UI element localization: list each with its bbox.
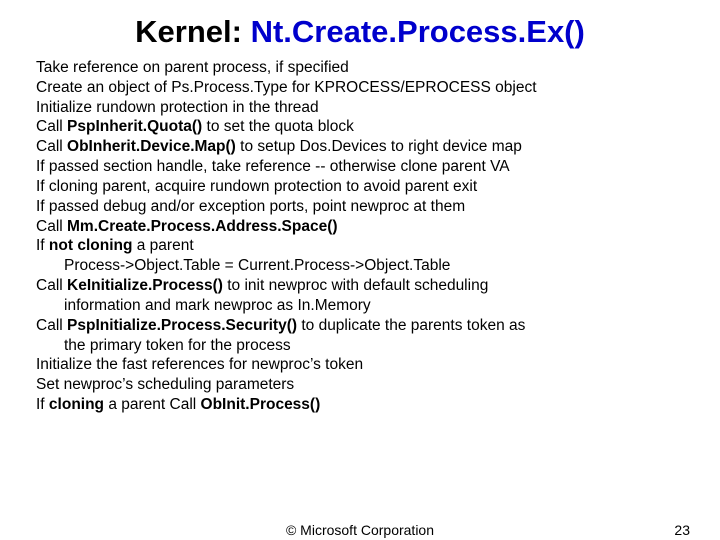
slide-body: Take reference on parent process, if spe…	[36, 58, 684, 415]
body-line: Initialize the fast references for newpr…	[36, 355, 684, 375]
body-line: Call PspInherit.Quota() to set the quota…	[36, 117, 684, 137]
title-prefix: Kernel:	[135, 14, 250, 49]
body-line: Call PspInitialize.Process.Security() to…	[36, 316, 684, 336]
body-line: Call ObInherit.Device.Map() to setup Dos…	[36, 137, 684, 157]
body-line-indented: the primary token for the process	[36, 336, 684, 356]
slide: Kernel: Nt.Create.Process.Ex() Take refe…	[0, 0, 720, 415]
body-line: If passed debug and/or exception ports, …	[36, 197, 684, 217]
body-line-indented: Process->Object.Table = Current.Process-…	[36, 256, 684, 276]
body-line: If passed section handle, take reference…	[36, 157, 684, 177]
body-line: Set newproc’s scheduling parameters	[36, 375, 684, 395]
body-line: Create an object of Ps.Process.Type for …	[36, 78, 684, 98]
slide-title: Kernel: Nt.Create.Process.Ex()	[36, 14, 684, 50]
body-line-indented: information and mark newproc as In.Memor…	[36, 296, 684, 316]
body-line: Initialize rundown protection in the thr…	[36, 98, 684, 118]
body-line: If cloning parent, acquire rundown prote…	[36, 177, 684, 197]
body-line: Call Mm.Create.Process.Address.Space()	[36, 217, 684, 237]
body-line: Take reference on parent process, if spe…	[36, 58, 684, 78]
body-line: If not cloning a parent	[36, 236, 684, 256]
body-line: If cloning a parent Call ObInit.Process(…	[36, 395, 684, 415]
copyright-text: © Microsoft Corporation	[0, 522, 720, 538]
title-function: Nt.Create.Process.Ex()	[251, 14, 585, 49]
body-line: Call KeInitialize.Process() to init newp…	[36, 276, 684, 296]
page-number: 23	[674, 522, 690, 538]
